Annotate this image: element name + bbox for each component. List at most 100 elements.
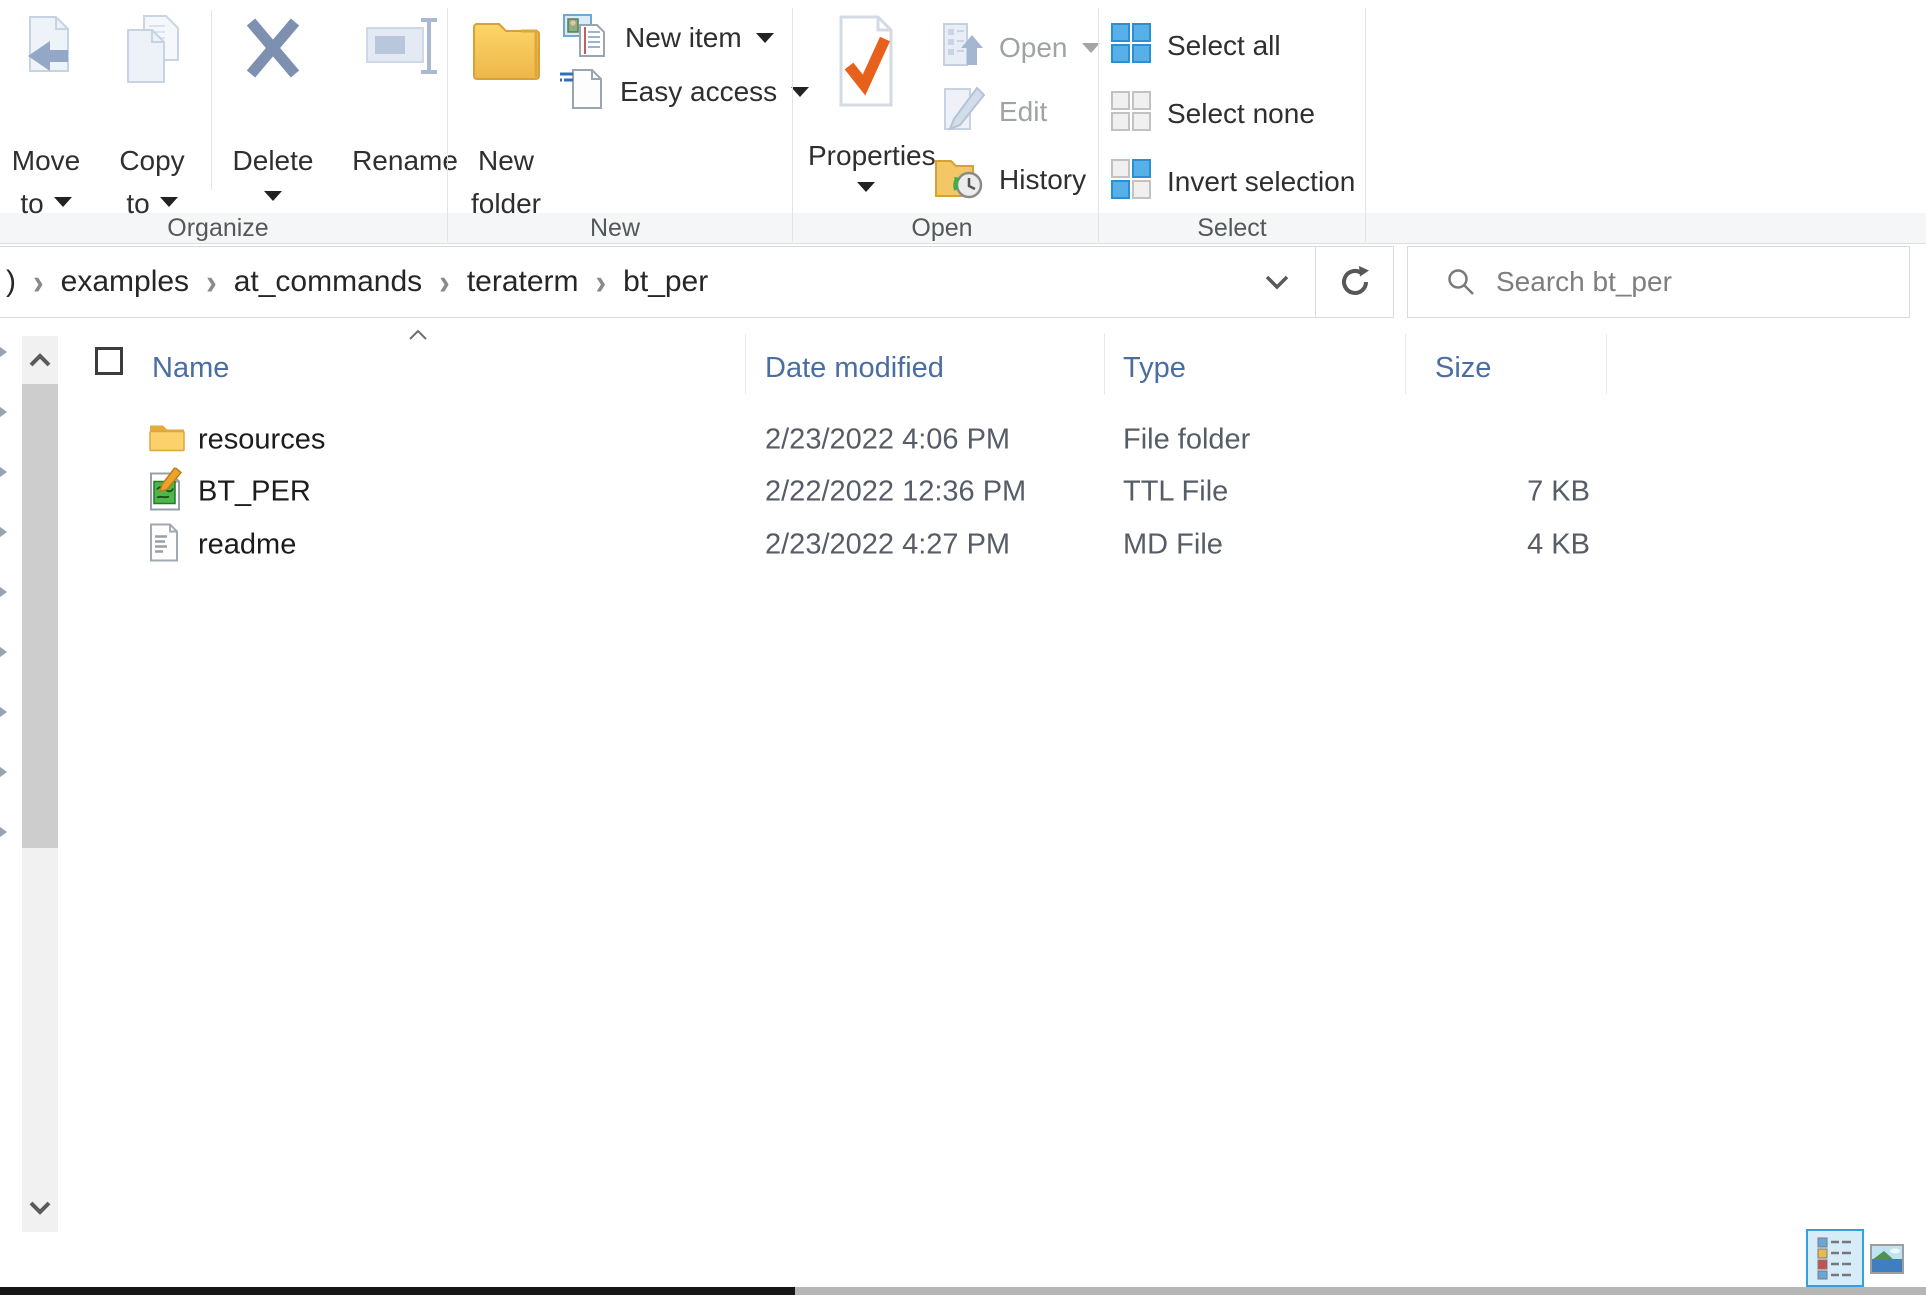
open-label: Open (999, 32, 1068, 63)
chevron-up-icon (29, 353, 51, 367)
tree-expand-icon[interactable] (0, 464, 7, 480)
rename-button[interactable]: Rename (349, 6, 461, 220)
photo-thumbnail-icon (1872, 1246, 1902, 1272)
dropdown-caret-icon (1081, 43, 1100, 53)
new-folder-label: New folder (470, 145, 542, 219)
file-name: BT_PER (198, 475, 311, 508)
file-date-modified: 2/23/2022 4:27 PM (765, 528, 1011, 561)
file-explorer-window: Move to Copy to Delete Rename New folder… (0, 0, 1926, 1295)
select-none-button[interactable]: Select none (1111, 90, 1315, 138)
bottom-bar-dark (0, 1287, 795, 1295)
breadcrumb-item-drive[interactable]: ) (6, 265, 16, 299)
tree-expand-icon[interactable] (0, 704, 7, 720)
select-all-checkbox[interactable] (95, 347, 123, 375)
breadcrumb-chevron-icon[interactable]: › (596, 262, 607, 303)
breadcrumb-item-bt-per[interactable]: bt_per (623, 265, 708, 299)
column-separator[interactable] (1606, 334, 1607, 394)
tree-expand-icon[interactable] (0, 584, 7, 600)
history-label: History (999, 164, 1087, 195)
column-separator[interactable] (745, 334, 746, 394)
tree-expand-icon[interactable] (0, 524, 7, 540)
ribbon-group-separator (447, 8, 448, 242)
file-date-modified: 2/23/2022 4:06 PM (765, 423, 1011, 456)
delete-button[interactable]: Delete (227, 6, 319, 220)
properties-button[interactable]: Properties (808, 6, 936, 220)
delete-label: Delete (232, 145, 314, 176)
history-button[interactable]: History (933, 156, 1086, 204)
file-size: 7 KB (1527, 475, 1590, 508)
large-icons-view-button[interactable] (1870, 1244, 1904, 1274)
rename-label: Rename (352, 145, 458, 176)
ribbon-group-open: Open (911, 214, 973, 242)
breadcrumb-chevron-icon[interactable]: › (439, 262, 450, 303)
tree-expand-icon[interactable] (0, 404, 7, 420)
breadcrumb-item-teraterm[interactable]: teraterm (467, 265, 579, 299)
column-header-type[interactable]: Type (1123, 352, 1186, 385)
ribbon-group-new: New (589, 214, 640, 242)
dropdown-caret-icon (791, 87, 810, 97)
folder-icon (148, 422, 186, 459)
select-none-label: Select none (1167, 98, 1315, 129)
select-all-button[interactable]: Select all (1111, 22, 1281, 70)
easy-access-button[interactable]: Easy access (558, 66, 810, 119)
tree-expand-icon[interactable] (0, 644, 7, 660)
move-to-label: Move to (11, 145, 81, 219)
vertical-scrollbar[interactable] (22, 336, 58, 1232)
chevron-down-icon (1265, 275, 1289, 290)
address-dropdown-button[interactable] (1240, 246, 1314, 318)
select-all-icon (1111, 22, 1151, 70)
md-file-icon (148, 523, 180, 568)
ribbon-group-separator (1365, 8, 1366, 242)
column-header-size[interactable]: Size (1435, 352, 1491, 385)
file-type: MD File (1123, 528, 1223, 561)
breadcrumb-chevron-icon[interactable]: › (206, 262, 217, 303)
copy-to-button[interactable]: Copy to (106, 6, 198, 220)
table-row-readme[interactable]: readme 2/23/2022 4:27 PM MD File 4 KB (70, 519, 1770, 571)
easy-access-icon (558, 66, 606, 119)
open-icon (941, 21, 985, 76)
new-folder-button[interactable]: New folder (454, 6, 558, 220)
move-to-button[interactable]: Move to (0, 6, 92, 220)
ribbon-separator (211, 10, 212, 190)
column-header-date-modified[interactable]: Date modified (765, 352, 944, 385)
file-name: resources (198, 423, 326, 456)
tree-expand-icon[interactable] (0, 824, 7, 840)
refresh-button[interactable] (1315, 246, 1394, 318)
search-box[interactable] (1407, 246, 1910, 318)
dropdown-caret-icon (159, 197, 178, 207)
rename-icon (349, 6, 461, 124)
scroll-up-button[interactable] (22, 336, 58, 384)
column-header-name[interactable]: Name (152, 352, 229, 385)
file-date-modified: 2/22/2022 12:36 PM (765, 475, 1027, 508)
new-folder-icon (454, 6, 558, 124)
ttl-file-icon (148, 466, 184, 517)
invert-selection-button[interactable]: Invert selection (1111, 158, 1355, 206)
new-item-button[interactable]: New item (563, 13, 774, 62)
invert-selection-label: Invert selection (1167, 166, 1356, 197)
table-row-resources[interactable]: resources 2/23/2022 4:06 PM File folder (70, 414, 1770, 466)
breadcrumb-chevron-icon[interactable]: › (33, 262, 44, 303)
column-separator[interactable] (1104, 334, 1105, 394)
search-input[interactable] (1494, 265, 1878, 299)
easy-access-label: Easy access (620, 76, 778, 107)
scrollbar-thumb[interactable] (22, 384, 58, 848)
ribbon-group-select: Select (1197, 214, 1267, 242)
breadcrumb-item-examples[interactable]: examples (61, 265, 189, 299)
edit-label: Edit (999, 96, 1048, 127)
file-type: TTL File (1123, 475, 1229, 508)
tree-expand-icon[interactable] (0, 764, 7, 780)
scroll-down-button[interactable] (22, 1184, 58, 1232)
breadcrumb: ) › examples › at_commands › teraterm › … (6, 246, 708, 318)
dropdown-caret-icon (53, 197, 72, 207)
open-button[interactable]: Open (941, 22, 1100, 72)
edit-button[interactable]: Edit (941, 85, 1048, 136)
details-view-button[interactable] (1806, 1229, 1864, 1287)
tree-expand-icon[interactable] (0, 344, 7, 360)
breadcrumb-item-at-commands[interactable]: at_commands (234, 265, 422, 299)
column-separator[interactable] (1405, 334, 1406, 394)
table-row-bt-per[interactable]: BT_PER 2/22/2022 12:36 PM TTL File 7 KB (70, 466, 1770, 518)
select-all-label: Select all (1167, 30, 1281, 61)
bottom-bar-light (795, 1287, 1926, 1295)
dropdown-caret-icon (264, 191, 282, 201)
chevron-down-icon (29, 1201, 51, 1215)
